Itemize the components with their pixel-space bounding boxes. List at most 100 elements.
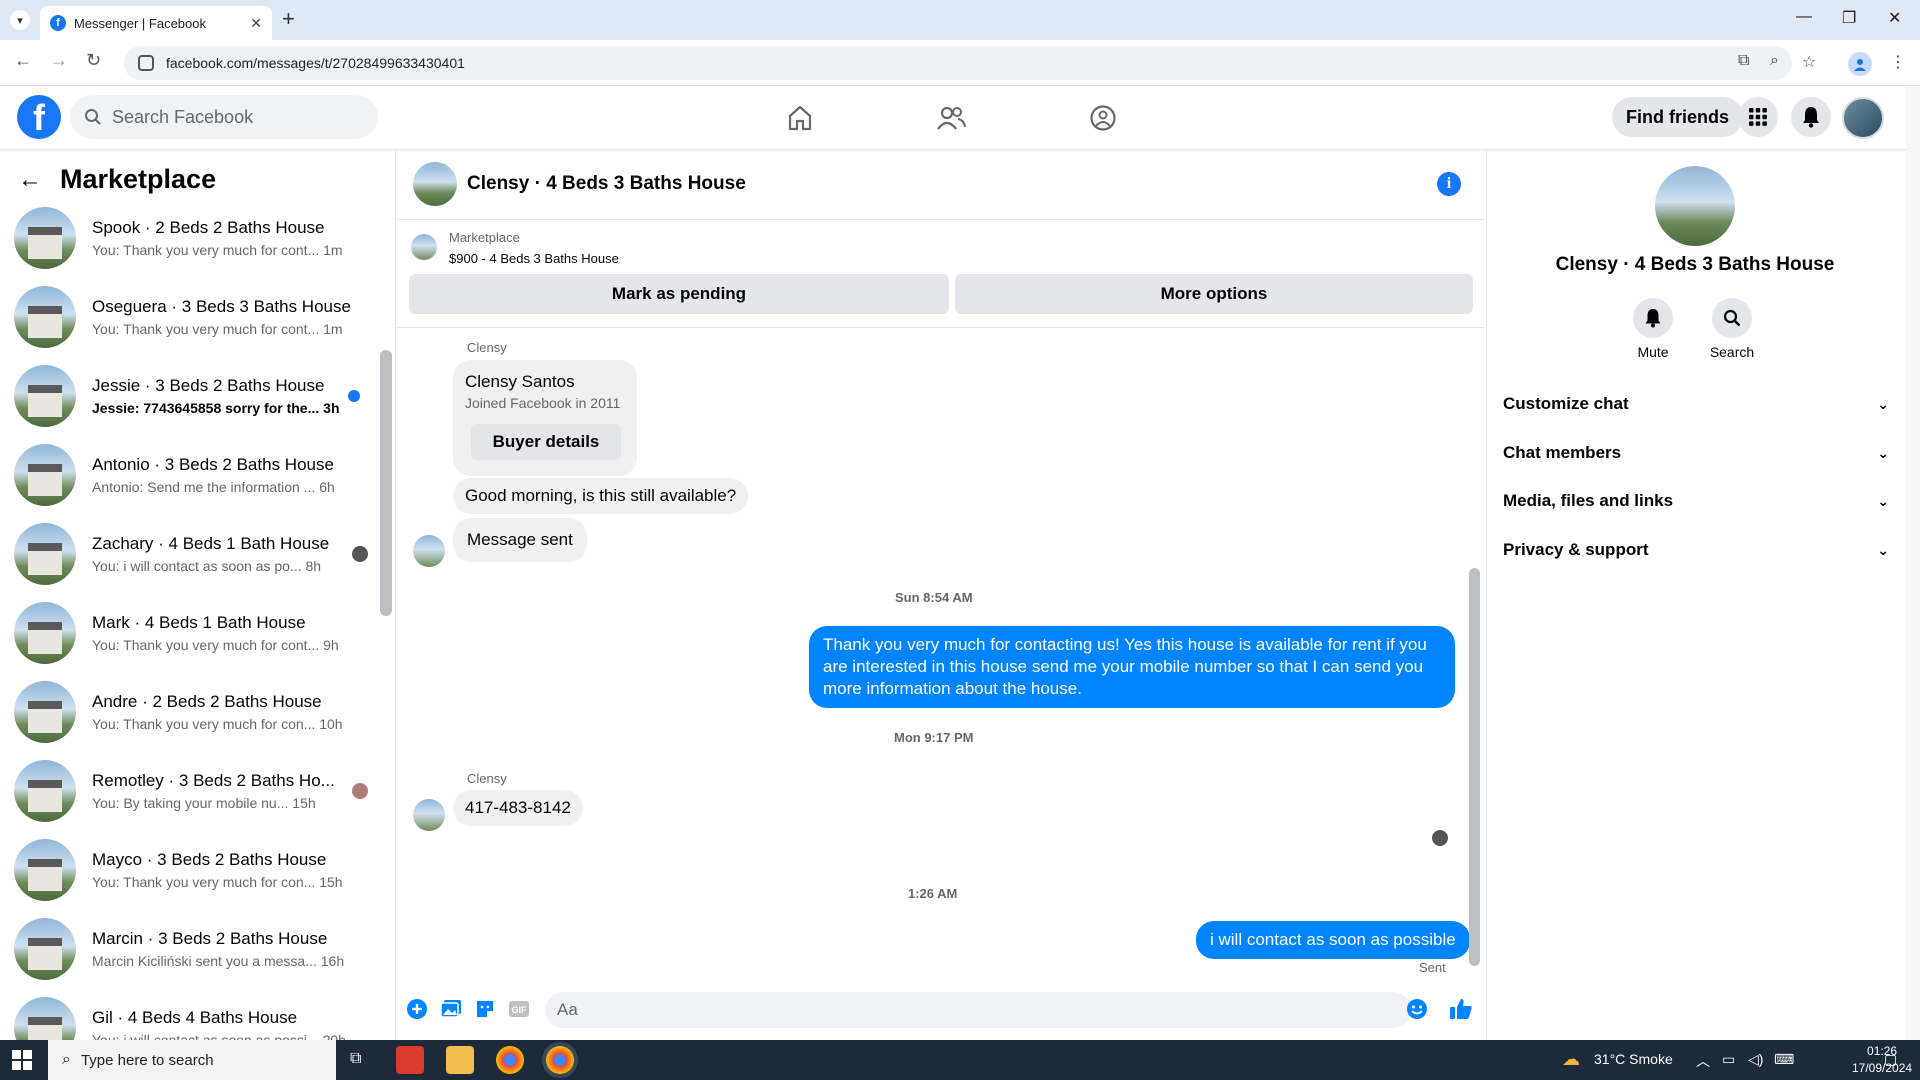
forward-icon[interactable]: → <box>50 50 68 71</box>
tray-overflow-icon[interactable]: ︿ <box>1696 1051 1710 1071</box>
chrome-icon[interactable] <box>496 1046 524 1074</box>
privacy-support-section[interactable]: Privacy & support ⌄ <box>1503 528 1889 572</box>
weather-text[interactable]: 31°C Smoke <box>1594 1051 1673 1067</box>
site-info-icon[interactable] <box>138 55 154 71</box>
conversation-item[interactable]: Gil · 4 Beds 4 Baths House You: i will c… <box>14 992 374 1040</box>
listing-thumbnail <box>14 365 76 427</box>
restore-icon[interactable]: ❐ <box>1842 8 1856 28</box>
customize-chat-section[interactable]: Customize chat ⌄ <box>1503 382 1889 426</box>
tab-close-icon[interactable]: ✕ <box>250 15 262 32</box>
home-icon[interactable] <box>783 101 817 135</box>
page-scrollbar[interactable] <box>1906 87 1920 1040</box>
conversation-item[interactable]: Andre · 2 Beds 2 Baths House You: Thank … <box>14 676 374 748</box>
browser-profile-icon[interactable] <box>1848 52 1872 76</box>
sticker-icon[interactable] <box>473 997 497 1021</box>
chat-scrollbar[interactable] <box>1469 568 1480 966</box>
conversation-item[interactable]: Antonio · 3 Beds 2 Baths House Antonio: … <box>14 439 374 511</box>
incoming-message[interactable]: Good morning, is this still available? <box>453 478 749 514</box>
sender-name: Clensy <box>467 340 507 355</box>
address-bar[interactable]: facebook.com/messages/t/2702849963343040… <box>124 46 1792 80</box>
conversation-title: Mayco · 3 Beds 2 Baths House <box>92 850 327 869</box>
outgoing-message[interactable]: Thank you very much for contacting us! Y… <box>809 626 1455 708</box>
back-arrow-icon[interactable]: ← <box>18 166 42 194</box>
file-explorer-icon[interactable] <box>446 1046 474 1074</box>
conversation-preview: You: By taking your mobile nu... <box>92 795 289 811</box>
install-app-icon[interactable]: ⧉ <box>1738 52 1749 70</box>
account-avatar[interactable] <box>1842 97 1884 139</box>
menu-grid-icon[interactable] <box>1738 97 1778 137</box>
taskbar-search-placeholder: Type here to search <box>80 1051 214 1069</box>
browser-toolbar: ← → ↻ facebook.com/messages/t/2702849963… <box>0 40 1920 86</box>
svg-text:GIF: GIF <box>512 1005 528 1015</box>
conversation-item[interactable]: Spook · 2 Beds 2 Baths House You: Thank … <box>14 202 374 274</box>
keyboard-icon[interactable]: ⌨ <box>1774 1051 1794 1068</box>
search-icon: ⌕ <box>62 1051 71 1068</box>
bell-icon <box>1633 298 1673 338</box>
find-friends-button[interactable]: Find friends <box>1612 97 1743 137</box>
windows-start-icon[interactable] <box>12 1050 32 1070</box>
chat-avatar[interactable] <box>413 162 457 206</box>
back-icon[interactable]: ← <box>14 50 32 71</box>
taskbar-app-icon[interactable] <box>396 1046 424 1074</box>
info-icon[interactable]: i <box>1437 172 1461 196</box>
conversation-item[interactable]: Mayco · 3 Beds 2 Baths House You: Thank … <box>14 834 374 906</box>
conversation-item[interactable]: Remotley · 3 Beds 2 Baths Ho... You: By … <box>14 755 374 827</box>
facebook-search-input[interactable]: Search Facebook <box>70 95 378 139</box>
clock-time: 01:26 <box>1867 1044 1898 1058</box>
browser-menu-icon[interactable]: ⋮ <box>1890 52 1906 72</box>
notification-center-icon[interactable]: ▢ <box>1884 1051 1897 1068</box>
facebook-logo-icon[interactable]: f <box>17 95 61 139</box>
emoji-icon[interactable] <box>1405 997 1429 1021</box>
chevron-down-icon: ⌄ <box>1877 444 1889 461</box>
incoming-message[interactable]: Message sent <box>453 518 587 562</box>
search-in-chat-button[interactable]: Search <box>1692 298 1772 360</box>
volume-icon[interactable]: ◁) <box>1748 1051 1763 1068</box>
tab-search-dropdown-icon[interactable]: ▾ <box>10 10 30 30</box>
buyer-details-button[interactable]: Buyer details <box>471 424 621 460</box>
reload-icon[interactable]: ↻ <box>86 50 101 71</box>
browser-tab[interactable]: f Messenger | Facebook ✕ <box>40 6 272 40</box>
sidebar-scrollbar[interactable] <box>380 350 392 616</box>
details-avatar[interactable] <box>1655 166 1735 246</box>
conversation-item[interactable]: Marcin · 3 Beds 2 Baths House Marcin Kic… <box>14 913 374 985</box>
gif-icon[interactable]: GIF <box>507 997 531 1021</box>
chat-title[interactable]: Clensy · 4 Beds 3 Baths House <box>467 173 746 195</box>
message-input[interactable]: Aa <box>545 992 1411 1028</box>
photo-icon[interactable] <box>439 997 463 1021</box>
close-window-icon[interactable]: ✕ <box>1888 8 1901 28</box>
conversation-preview: You: Thank you very much for con... <box>92 716 316 732</box>
mute-button[interactable]: Mute <box>1613 298 1693 360</box>
taskbar-clock[interactable]: 01:26 17/09/2024 <box>1852 1043 1912 1077</box>
plus-icon[interactable] <box>405 997 429 1021</box>
groups-icon[interactable] <box>1086 101 1120 135</box>
weather-icon[interactable]: ☁ <box>1562 1049 1580 1070</box>
listing-thumbnail <box>14 444 76 506</box>
media-files-links-section[interactable]: Media, files and links ⌄ <box>1503 479 1889 523</box>
listing-thumbnail[interactable] <box>411 234 437 260</box>
network-icon[interactable]: ▭ <box>1722 1051 1735 1068</box>
friends-icon[interactable] <box>934 101 968 135</box>
mark-as-pending-button[interactable]: Mark as pending <box>409 274 949 314</box>
chat-members-section[interactable]: Chat members ⌄ <box>1503 431 1889 475</box>
more-options-button[interactable]: More options <box>955 274 1473 314</box>
conversation-item[interactable]: Jessie · 3 Beds 2 Baths House Jessie: 77… <box>14 360 374 432</box>
sender-avatar[interactable] <box>413 799 445 831</box>
like-thumb-icon[interactable] <box>1449 997 1473 1021</box>
sender-avatar[interactable] <box>413 535 445 567</box>
bookmark-star-icon[interactable]: ☆ <box>1802 52 1816 72</box>
taskbar-search-input[interactable]: ⌕ Type here to search <box>48 1040 336 1080</box>
notifications-bell-icon[interactable] <box>1791 97 1831 137</box>
conversation-item[interactable]: Zachary · 4 Beds 1 Bath House You: i wil… <box>14 518 374 590</box>
minimize-icon[interactable]: — <box>1796 8 1812 26</box>
outgoing-message[interactable]: i will contact as soon as possible <box>1196 921 1470 959</box>
task-view-icon[interactable]: ⧉ <box>350 1050 370 1078</box>
listing-price[interactable]: $900 - 4 Beds 3 Baths House <box>449 251 619 266</box>
zoom-icon[interactable]: ⌕ <box>1770 52 1779 70</box>
conversation-item[interactable]: Mark · 4 Beds 1 Bath House You: Thank yo… <box>14 597 374 669</box>
chrome-active-icon[interactable] <box>546 1046 574 1074</box>
sidebar-header: ← Marketplace <box>18 164 216 195</box>
incoming-message[interactable]: 417-483-8142 <box>453 790 583 826</box>
conversation-time: 10h <box>319 716 343 732</box>
conversation-item[interactable]: Oseguera · 3 Beds 3 Baths House You: Tha… <box>14 281 374 353</box>
new-tab-icon[interactable]: + <box>282 8 295 30</box>
